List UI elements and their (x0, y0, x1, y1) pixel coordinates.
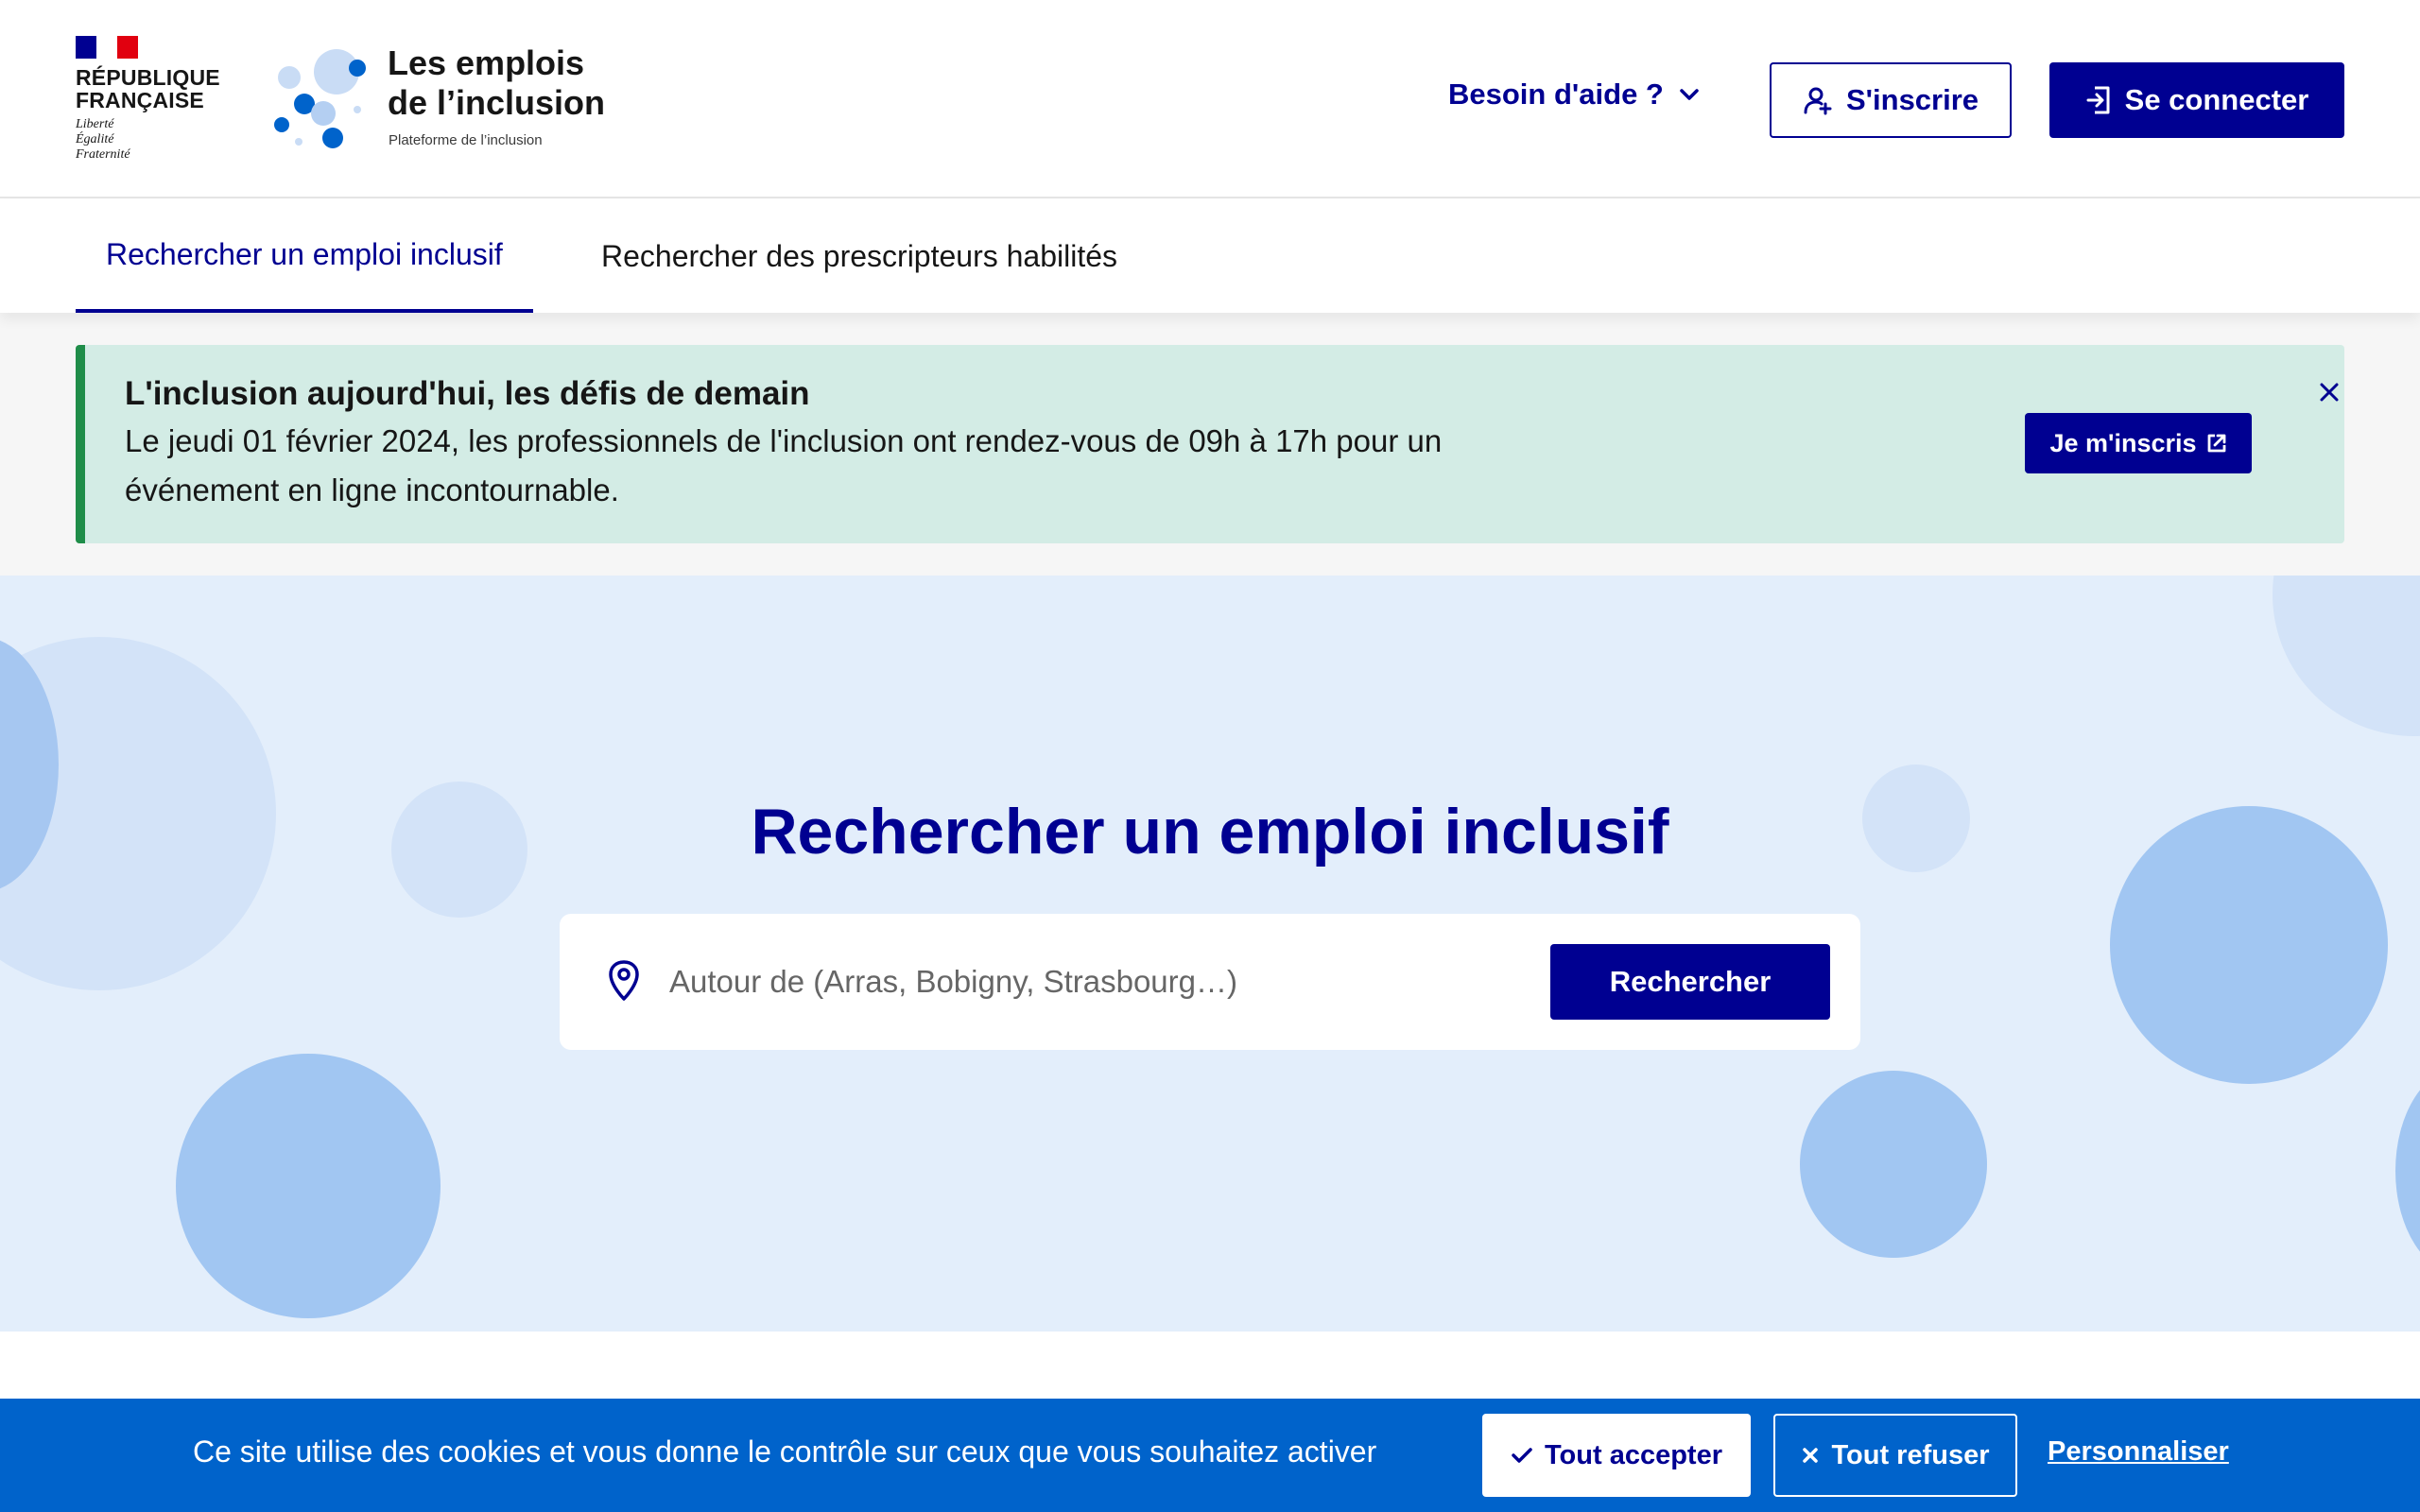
decorative-bubble (176, 1054, 441, 1318)
notice-band: L'inclusion aujourd'hui, les défis de de… (0, 313, 2420, 576)
service-title-line2: de l’inclusion (388, 83, 606, 122)
site-header: RÉPUBLIQUE FRANÇAISE Liberté Égalité Fra… (0, 0, 2420, 198)
event-register-button[interactable]: Je m'inscris (2025, 413, 2252, 473)
service-title[interactable]: Les emplois de l’inclusion (388, 43, 605, 123)
city-search-input[interactable] (669, 946, 1426, 1018)
external-link-icon (2207, 434, 2225, 453)
republic-name-line2: FRANÇAISE (76, 88, 204, 112)
job-search-form: Rechercher (560, 914, 1860, 1050)
login-icon (2086, 86, 2110, 114)
decorative-bubble (2273, 576, 2420, 736)
help-menu-button[interactable]: Besoin d'aide ? (1448, 77, 1700, 112)
cookie-message: Ce site utilise des cookies et vous donn… (193, 1435, 1377, 1469)
user-add-icon (1804, 87, 1832, 115)
signup-button[interactable]: S'inscrire (1770, 62, 2012, 138)
event-notice: L'inclusion aujourd'hui, les défis de de… (76, 345, 2344, 543)
checkmark-icon (1512, 1448, 1532, 1463)
main-navigation: Rechercher un emploi inclusif Rechercher… (0, 199, 2420, 313)
cookie-consent-banner: Ce site utilise des cookies et vous donn… (0, 1399, 2420, 1512)
motto-liberte: Liberté (76, 117, 114, 131)
chevron-down-icon (1680, 89, 1699, 100)
map-pin-icon (609, 960, 639, 1001)
notice-text: Le jeudi 01 février 2024, les profession… (125, 423, 1443, 507)
republique-francaise-logo[interactable]: RÉPUBLIQUE FRANÇAISE Liberté Égalité Fra… (76, 36, 227, 163)
cookie-accept-label: Tout accepter (1544, 1439, 1722, 1470)
hero-title: Rechercher un emploi inclusif (751, 796, 1669, 868)
cookie-refuse-label: Tout refuser (1831, 1439, 1990, 1470)
service-title-line1: Les emplois (388, 43, 585, 82)
tab-search-inclusive-job[interactable]: Rechercher un emploi inclusif (76, 199, 533, 313)
republic-name-line1: RÉPUBLIQUE (76, 65, 220, 90)
emplois-inclusion-logo-icon[interactable] (270, 45, 374, 153)
decorative-bubble (2395, 1067, 2420, 1275)
close-icon (1803, 1448, 1819, 1463)
notice-title: L'inclusion aujourd'hui, les défis de de… (125, 375, 810, 412)
close-icon (2320, 383, 2339, 402)
decorative-bubble (1800, 1071, 1987, 1258)
search-button[interactable]: Rechercher (1550, 944, 1830, 1020)
french-flag-icon (76, 36, 138, 59)
cookie-customize-link[interactable]: Personnaliser (2048, 1436, 2229, 1468)
cookie-accept-all-button[interactable]: Tout accepter (1482, 1414, 1751, 1497)
cookie-refuse-all-button[interactable]: Tout refuser (1773, 1414, 2017, 1497)
motto-fraternite: Fraternité (76, 147, 130, 162)
help-menu-label: Besoin d'aide ? (1448, 77, 1664, 111)
login-label: Se connecter (2124, 83, 2309, 116)
tab-search-prescribers[interactable]: Rechercher des prescripteurs habilités (571, 199, 1148, 313)
login-button[interactable]: Se connecter (2049, 62, 2344, 138)
hero-search-section: Rechercher un emploi inclusif Rechercher (0, 576, 2420, 1332)
service-tagline: Plateforme de l’inclusion (389, 132, 543, 148)
event-register-label: Je m'inscris (2049, 428, 2197, 457)
motto-egalite: Égalité (76, 132, 114, 146)
notice-close-button[interactable] (2310, 373, 2348, 411)
signup-label: S'inscrire (1845, 83, 1979, 116)
